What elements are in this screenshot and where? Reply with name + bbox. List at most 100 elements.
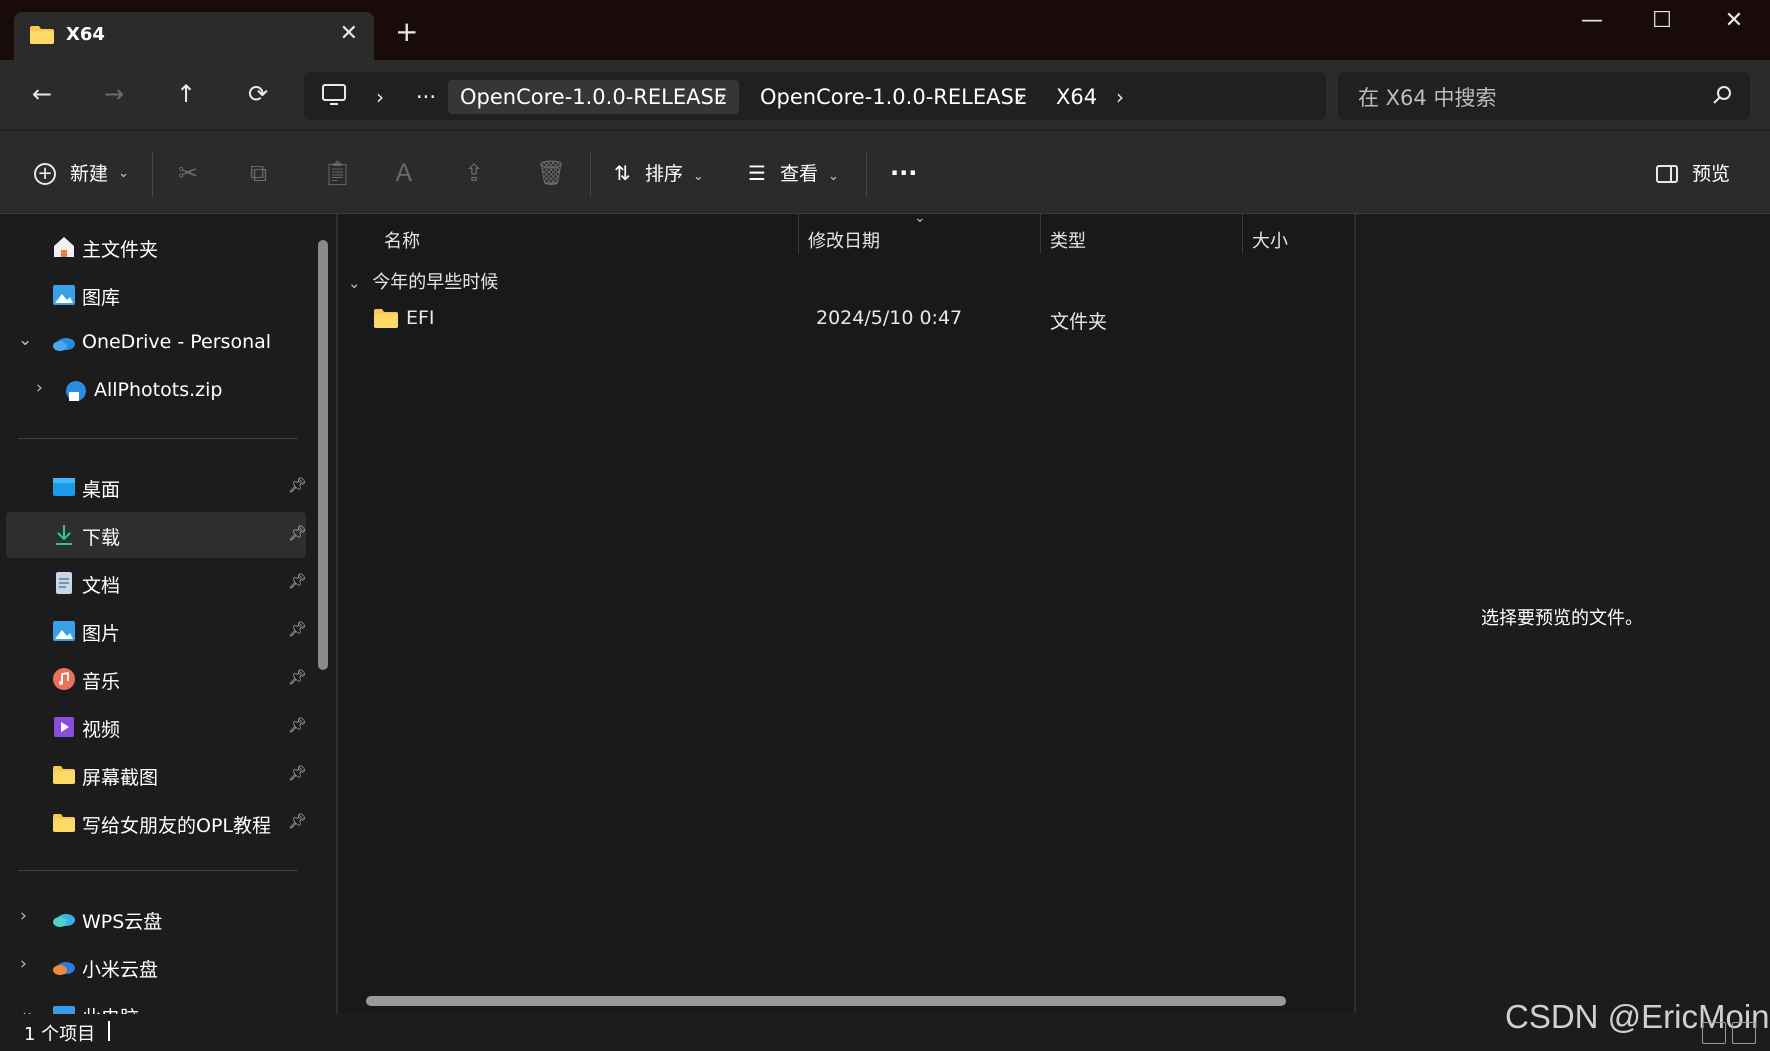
sidebar-item-desktop[interactable]: 桌面 📌︎ <box>6 464 307 510</box>
sidebar-item-gallery[interactable]: 图库 <box>6 272 306 318</box>
tiles-view-icon[interactable] <box>1732 1022 1756 1044</box>
pin-icon[interactable]: 📌︎ <box>288 716 307 734</box>
breadcrumb-item[interactable]: OpenCore-1.0.0-RELEASE <box>748 80 1039 114</box>
column-header-size[interactable]: 大小 <box>1242 224 1288 260</box>
sidebar-item-label: OneDrive - Personal <box>82 331 272 353</box>
refresh-button[interactable]: ⟳ <box>238 74 278 114</box>
chevron-down-icon: ⌄ <box>348 274 361 292</box>
group-header[interactable]: ⌄ 今年的早些时候 <box>348 268 498 294</box>
sidebar-item-label: 视频 <box>82 719 121 741</box>
breadcrumb-more[interactable]: ··· <box>404 80 448 114</box>
pc-icon <box>53 1006 75 1014</box>
preview-label: 预览 <box>1692 162 1731 185</box>
delete-icon[interactable]: 🗑︎ <box>536 157 566 189</box>
chevron-right-icon[interactable]: › <box>718 80 726 114</box>
folder-icon <box>30 26 54 44</box>
sort-icon: ⇅ <box>614 161 631 185</box>
sidebar-item-label: 图片 <box>82 623 121 645</box>
column-header-type[interactable]: 类型 <box>1040 224 1086 260</box>
table-row[interactable]: EFI 2024/5/10 0:47 文件夹 <box>346 298 1336 340</box>
sidebar-item-wps-cloud[interactable]: › WPS云盘 <box>6 896 306 942</box>
pin-icon[interactable]: 📌︎ <box>288 524 307 542</box>
forward-button[interactable]: → <box>94 74 134 114</box>
cell-type: 文件夹 <box>1050 311 1108 333</box>
sidebar-scrollbar[interactable] <box>318 240 328 670</box>
chevron-right-icon[interactable]: › <box>20 906 27 926</box>
cell-name: EFI <box>406 307 435 329</box>
sidebar-item-music[interactable]: 音乐 📌︎ <box>6 656 307 702</box>
sidebar-item-downloads[interactable]: 下载 📌︎ <box>6 512 307 558</box>
details-view-icon[interactable] <box>1702 1022 1726 1044</box>
sidebar-item-label: 小米云盘 <box>82 959 159 981</box>
pin-icon[interactable]: 📌︎ <box>288 764 307 782</box>
pin-icon[interactable]: 📌︎ <box>288 476 307 494</box>
search-input[interactable]: 在 X64 中搜索 <box>1338 72 1750 120</box>
back-button[interactable]: ← <box>22 74 62 114</box>
sidebar-item-allphotos-zip[interactable]: › AllPhotots.zip <box>6 368 306 414</box>
sidebar-item-xiaomi-cloud[interactable]: › 小米云盘 <box>6 944 306 990</box>
new-tab-button[interactable]: + <box>395 18 418 46</box>
column-header-name[interactable]: 名称 <box>374 224 420 260</box>
sidebar-item-videos[interactable]: 视频 📌︎ <box>6 704 307 750</box>
chevron-right-icon[interactable]: › <box>36 378 43 398</box>
maximize-button[interactable]: ☐ <box>1632 8 1692 44</box>
chevron-right-icon[interactable]: › <box>1016 80 1024 114</box>
chevron-down-icon: ⌄ <box>692 169 704 184</box>
sidebar-item-documents[interactable]: 文档 📌︎ <box>6 560 307 606</box>
sidebar-item-opl-tutorial[interactable]: 写给女朋友的OPL教程 📌︎ <box>6 800 307 846</box>
divider <box>152 151 153 197</box>
sidebar-item-label: 屏幕截图 <box>82 767 159 789</box>
up-button[interactable]: ↑ <box>166 74 206 114</box>
pin-icon[interactable]: 📌︎ <box>288 812 307 830</box>
sort-button[interactable]: ⇅ 排序 ⌄ <box>614 157 704 189</box>
sort-chevron-icon: ⌄ <box>914 210 926 226</box>
onedrive-icon <box>53 338 75 351</box>
minimize-button[interactable]: — <box>1562 8 1622 44</box>
folder-icon <box>374 309 398 328</box>
address-bar[interactable]: › ··· OpenCore-1.0.0-RELEASE › OpenCore-… <box>304 72 1326 120</box>
chevron-down-icon: ⌄ <box>118 165 130 181</box>
sidebar-item-label: 写给女朋友的OPL教程 <box>82 815 271 837</box>
new-button[interactable]: + 新建 ⌄ <box>34 157 129 189</box>
command-bar: + 新建 ⌄ ✂ ⧉ 📋︎ Ａ ⇪ 🗑︎ ⇅ 排序 ⌄ ☰ 查看 ⌄ ··· 预… <box>0 130 1770 214</box>
paste-icon[interactable]: 📋︎ <box>322 157 352 189</box>
preview-toggle-button[interactable]: 预览 <box>1656 157 1730 189</box>
horizontal-scrollbar[interactable] <box>366 996 1286 1006</box>
music-icon <box>53 668 75 690</box>
column-header-date[interactable]: 修改日期 <box>798 224 880 260</box>
document-icon <box>56 572 72 594</box>
chevron-down-icon[interactable]: ⌄ <box>20 1002 34 1014</box>
sidebar-item-onedrive[interactable]: ⌄ OneDrive - Personal <box>6 320 306 366</box>
sidebar-item-label: 主文件夹 <box>82 239 159 261</box>
pin-icon[interactable]: 📌︎ <box>288 668 307 686</box>
breadcrumb-item[interactable]: OpenCore-1.0.0-RELEASE <box>448 80 740 114</box>
chevron-right-icon[interactable]: › <box>20 954 27 974</box>
sidebar-item-screenshots[interactable]: 屏幕截图 📌︎ <box>6 752 307 798</box>
item-count: 1 个项目 <box>24 1024 96 1045</box>
folder-icon <box>53 766 75 784</box>
rename-icon[interactable]: Ａ <box>392 157 416 189</box>
tab-x64[interactable]: X64 ✕ <box>14 12 374 60</box>
chevron-right-icon[interactable]: › <box>376 80 384 114</box>
sidebar-item-this-pc[interactable]: ⌄ 此电脑 <box>6 992 306 1014</box>
computer-icon[interactable] <box>322 84 346 106</box>
share-icon[interactable]: ⇪ <box>464 157 484 189</box>
chevron-right-icon[interactable]: › <box>1116 80 1124 114</box>
sidebar-item-pictures[interactable]: 图片 📌︎ <box>6 608 307 654</box>
tab-close-button[interactable]: ✕ <box>340 21 358 46</box>
sidebar-item-label: 此电脑 <box>82 1003 139 1014</box>
close-button[interactable]: ✕ <box>1704 8 1764 44</box>
view-button[interactable]: ☰ 查看 ⌄ <box>748 157 839 189</box>
file-list: 名称 ⌄ 修改日期 类型 大小 ⌄ 今年的早些时候 EFI 2024/5/10 … <box>338 210 1354 1014</box>
sidebar-item-home[interactable]: 主文件夹 <box>6 224 306 270</box>
cut-icon[interactable]: ✂ <box>178 157 198 189</box>
xiaomi-cloud-icon <box>53 962 75 975</box>
chevron-down-icon[interactable]: ⌄ <box>18 330 32 350</box>
pin-icon[interactable]: 📌︎ <box>288 620 307 638</box>
copy-icon[interactable]: ⧉ <box>250 157 267 189</box>
more-options-button[interactable]: ··· <box>890 157 917 189</box>
cell-date: 2024/5/10 0:47 <box>816 307 963 329</box>
navigation-pane: 主文件夹 图库 ⌄ OneDrive - Personal › AllPhoto… <box>0 214 336 1014</box>
breadcrumb-item[interactable]: X64 <box>1044 80 1109 114</box>
pin-icon[interactable]: 📌︎ <box>288 572 307 590</box>
